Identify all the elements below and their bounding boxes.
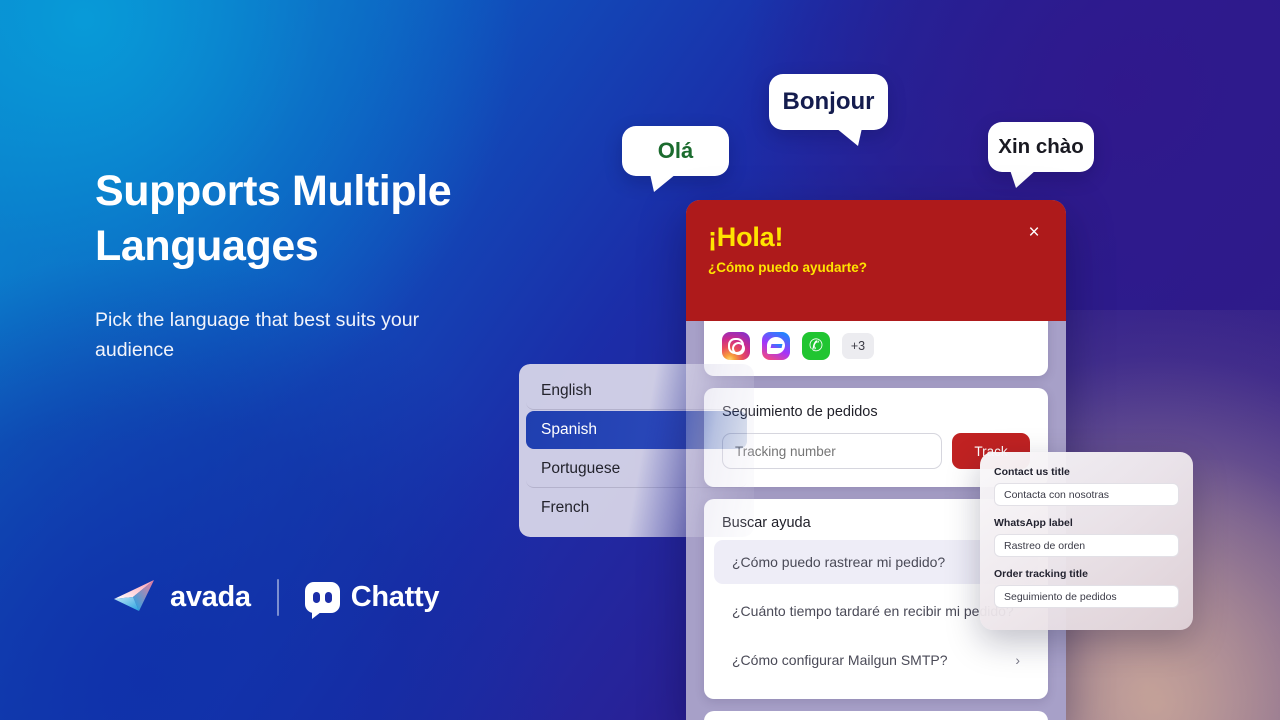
speech-bubble-vietnamese: Xin chào bbox=[988, 122, 1094, 188]
messenger-icon[interactable] bbox=[762, 332, 790, 360]
chatty-brand: Chatty bbox=[304, 581, 440, 619]
whatsapp-label-input[interactable]: Rastreo de orden bbox=[994, 534, 1179, 557]
page-title: Supports Multiple Languages bbox=[95, 167, 452, 271]
faq-question: ¿Cómo configurar Mailgun SMTP? bbox=[732, 652, 948, 668]
tracking-number-input[interactable] bbox=[722, 433, 942, 469]
speech-bubble-portuguese: Olá bbox=[622, 126, 729, 192]
language-option-english[interactable]: English bbox=[526, 372, 747, 410]
instagram-icon[interactable] bbox=[722, 332, 750, 360]
faq-question: ¿Cómo puedo rastrear mi pedido? bbox=[732, 554, 946, 570]
chatty-brand-name: Chatty bbox=[350, 581, 440, 613]
page-subtitle: Pick the language that best suits your a… bbox=[95, 309, 420, 362]
order-tracking-title-input[interactable]: Seguimiento de pedidos bbox=[994, 585, 1179, 608]
avada-brand: avada bbox=[113, 578, 251, 617]
avada-logo-icon bbox=[113, 578, 159, 617]
contact-us-title-input[interactable]: Contacta con nosotras bbox=[994, 483, 1179, 506]
widget-next-card-stub bbox=[704, 711, 1048, 720]
order-tracking-title: Seguimiento de pedidos bbox=[722, 404, 878, 420]
language-dropdown-menu[interactable]: English Spanish Portuguese French bbox=[519, 364, 754, 537]
translation-settings-panel: Contact us title Contacta con nosotras W… bbox=[980, 452, 1193, 630]
avada-brand-name: avada bbox=[170, 581, 251, 613]
widget-greeting-title: ¡Hola! bbox=[708, 222, 784, 252]
close-icon[interactable]: × bbox=[1024, 223, 1044, 243]
language-option-spanish[interactable]: Spanish bbox=[526, 411, 747, 449]
speech-bubble-french: Bonjour bbox=[769, 74, 888, 146]
whatsapp-icon[interactable] bbox=[802, 332, 830, 360]
chat-bubble-icon bbox=[304, 582, 340, 619]
brand-divider bbox=[276, 579, 279, 616]
language-option-french[interactable]: French bbox=[526, 489, 747, 527]
language-option-portuguese[interactable]: Portuguese bbox=[526, 450, 747, 488]
chevron-right-icon: › bbox=[1015, 652, 1020, 668]
order-tracking-title-label: Order tracking title bbox=[994, 568, 1088, 580]
contact-us-title-label: Contact us title bbox=[994, 466, 1070, 478]
widget-greeting-subtitle: ¿Cómo puedo ayudarte? bbox=[708, 260, 868, 275]
more-channels-badge[interactable]: +3 bbox=[842, 333, 874, 359]
faq-item[interactable]: ¿Cómo configurar Mailgun SMTP? › bbox=[714, 638, 1038, 682]
whatsapp-label-label: WhatsApp label bbox=[994, 517, 1073, 529]
brand-row: avada Chatty bbox=[113, 578, 440, 619]
faq-question: ¿Cuánto tiempo tardaré en recibir mi ped… bbox=[732, 603, 1014, 619]
widget-header: ¡Hola! ¿Cómo puedo ayudarte? × bbox=[686, 200, 1066, 321]
social-channel-row: +3 bbox=[722, 332, 1030, 360]
